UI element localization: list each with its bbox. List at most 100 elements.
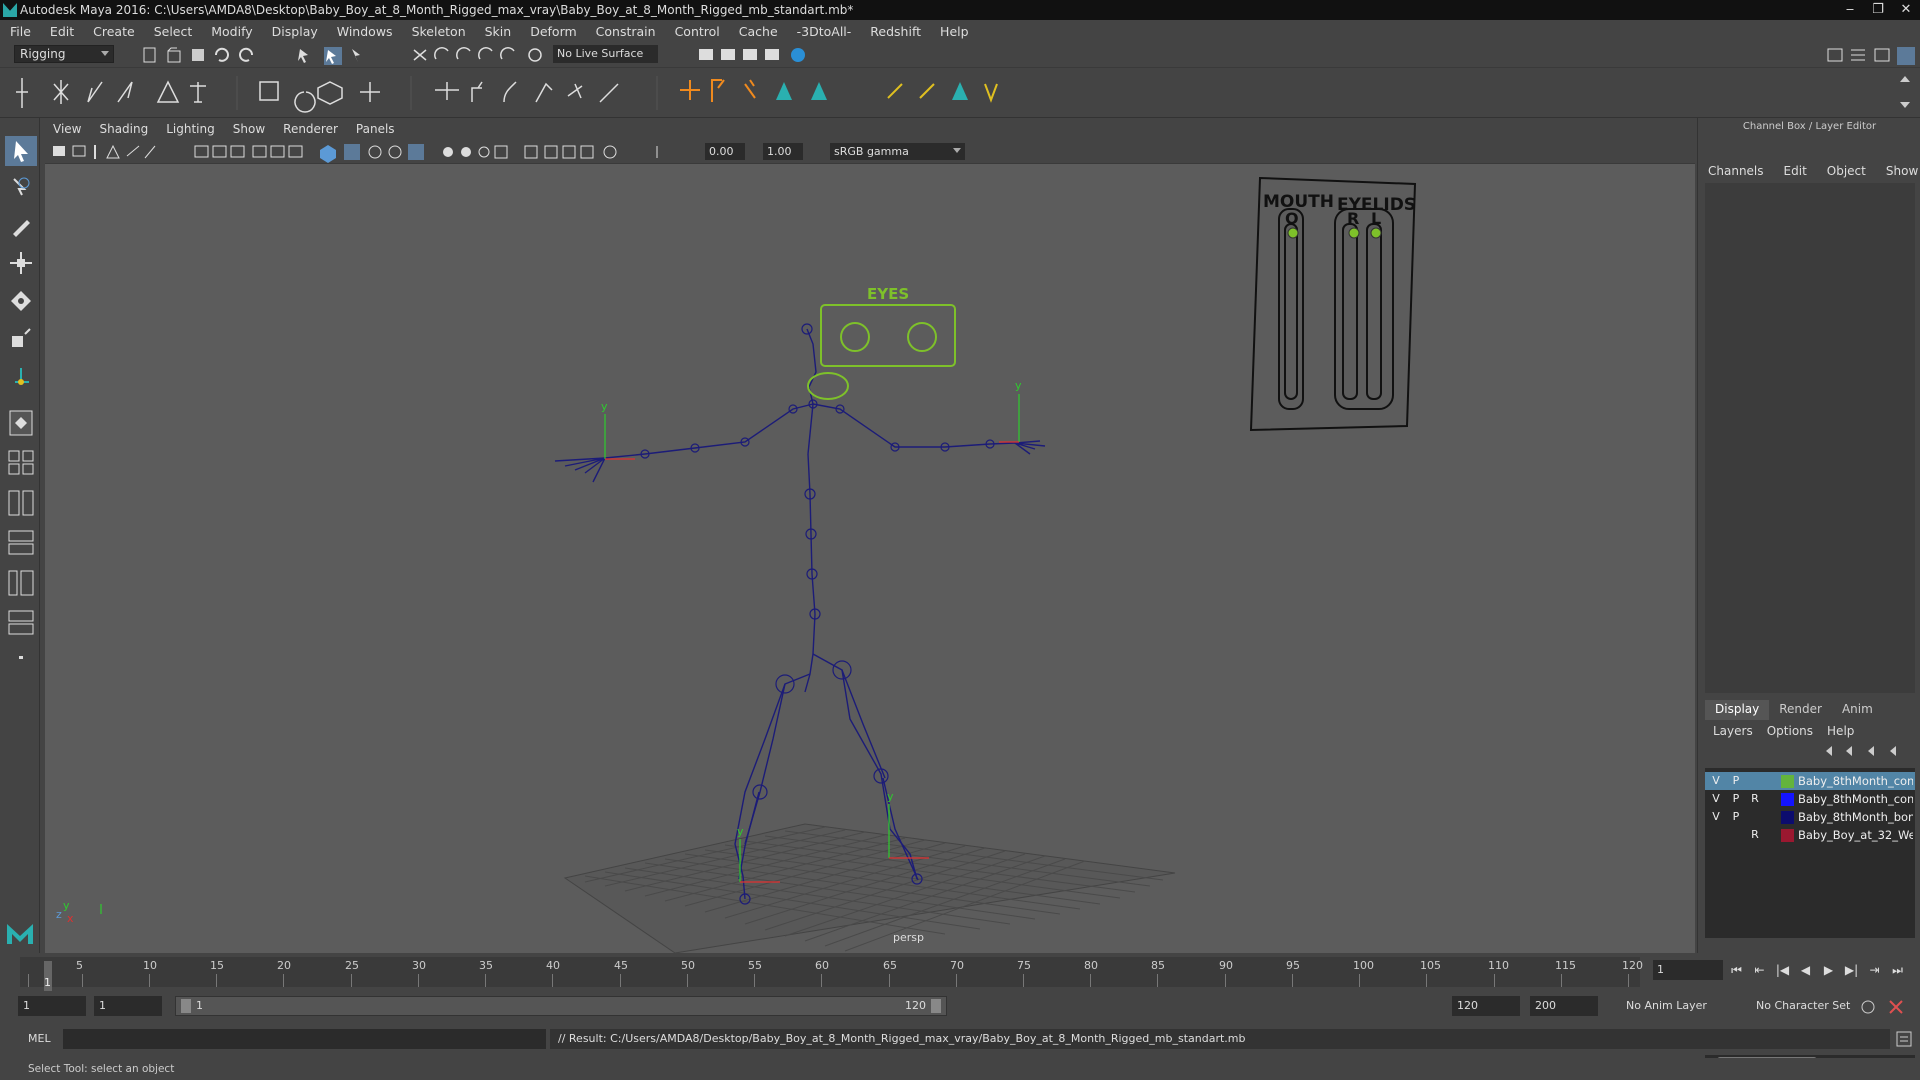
- select-tool-button[interactable]: [5, 136, 37, 166]
- close-button[interactable]: ✕: [1892, 0, 1920, 20]
- menu-select[interactable]: Select: [154, 24, 193, 39]
- current-time-marker[interactable]: 1: [44, 961, 52, 991]
- rotate-tool-button[interactable]: [5, 286, 37, 316]
- menu-deform[interactable]: Deform: [530, 24, 576, 39]
- layer-reference-toggle[interactable]: R: [1748, 828, 1762, 842]
- step-back-frame-button[interactable]: |◀: [1771, 959, 1794, 981]
- layout-single-button[interactable]: [5, 408, 37, 438]
- layer-row[interactable]: V P Baby_8thMonth_contr: [1705, 772, 1915, 790]
- go-to-end-button[interactable]: ⏭: [1886, 959, 1909, 981]
- anim-end-field[interactable]: 200: [1530, 996, 1598, 1016]
- layer-color-swatch[interactable]: [1781, 811, 1794, 824]
- layer-row[interactable]: V P R Baby_8thMonth_contr: [1705, 790, 1915, 808]
- menu-redshift[interactable]: Redshift: [870, 24, 921, 39]
- step-forward-frame-button[interactable]: ▶|: [1840, 959, 1863, 981]
- range-end-handle[interactable]: [931, 999, 941, 1013]
- menu-skin[interactable]: Skin: [485, 24, 512, 39]
- layer-playback-toggle[interactable]: P: [1729, 810, 1743, 824]
- menu-control[interactable]: Control: [675, 24, 720, 39]
- channel-menu-show[interactable]: Show: [1886, 164, 1918, 178]
- layer-menu-help[interactable]: Help: [1827, 724, 1854, 738]
- channel-menu-channels[interactable]: Channels: [1708, 164, 1764, 178]
- tab-display[interactable]: Display: [1705, 700, 1770, 720]
- layout-graph-button[interactable]: [5, 608, 37, 638]
- playback-start-field[interactable]: 1: [94, 996, 162, 1016]
- layer-color-swatch[interactable]: [1781, 775, 1794, 788]
- snap-tools-icons[interactable]: [410, 45, 550, 65]
- restore-button[interactable]: ❐: [1864, 0, 1892, 20]
- layer-playback-toggle[interactable]: [1729, 828, 1743, 842]
- workspace-toggle-icons[interactable]: [1825, 45, 1920, 65]
- file-tools-icons[interactable]: [140, 45, 380, 65]
- scene-view[interactable]: yyyy yxz EYES MOUTH EYELIDS O R L: [45, 164, 1695, 953]
- last-tool-button[interactable]: [5, 362, 37, 392]
- step-back-key-button[interactable]: ⇤: [1748, 959, 1771, 981]
- character-set-select[interactable]: No Character Set: [1756, 996, 1850, 1016]
- menu-create[interactable]: Create: [93, 24, 135, 39]
- maya-home-button[interactable]: [5, 918, 37, 948]
- panel-menu-shading[interactable]: Shading: [99, 122, 148, 136]
- channel-box-area[interactable]: [1705, 183, 1915, 693]
- render-tools-icons[interactable]: [695, 45, 815, 65]
- play-backward-button[interactable]: ◀: [1794, 959, 1817, 981]
- tab-anim[interactable]: Anim: [1832, 700, 1883, 720]
- layer-visibility-toggle[interactable]: V: [1709, 810, 1723, 824]
- menu-constrain[interactable]: Constrain: [596, 24, 656, 39]
- layout-side-button[interactable]: [5, 488, 37, 518]
- layer-menu-layers[interactable]: Layers: [1713, 724, 1753, 738]
- shelf-icons[interactable]: [0, 68, 1920, 118]
- play-forward-button[interactable]: ▶: [1817, 959, 1840, 981]
- move-tool-button[interactable]: [5, 248, 37, 278]
- layout-four-button[interactable]: [5, 448, 37, 478]
- layout-stack-button[interactable]: [5, 528, 37, 558]
- menu-file[interactable]: File: [10, 24, 31, 39]
- step-forward-key-button[interactable]: ⇥: [1863, 959, 1886, 981]
- tab-render[interactable]: Render: [1769, 700, 1832, 720]
- layer-row[interactable]: R Baby_Boy_at_32_Week: [1705, 826, 1915, 844]
- current-frame-field[interactable]: 1: [1653, 960, 1723, 980]
- panel-menu-panels[interactable]: Panels: [356, 122, 395, 136]
- menu-set-select[interactable]: Rigging: [14, 45, 114, 63]
- panel-menu-show[interactable]: Show: [233, 122, 265, 136]
- anim-layer-select[interactable]: No Anim Layer: [1626, 996, 1707, 1016]
- menu-help[interactable]: Help: [940, 24, 969, 39]
- panel-menu-lighting[interactable]: Lighting: [166, 122, 215, 136]
- menu-windows[interactable]: Windows: [337, 24, 393, 39]
- menu-modify[interactable]: Modify: [211, 24, 252, 39]
- command-input[interactable]: [63, 1029, 546, 1049]
- playback-end-field[interactable]: 120: [1452, 996, 1520, 1016]
- panel-menu-view[interactable]: View: [53, 122, 81, 136]
- layer-row[interactable]: V P Baby_8thMonth_bone: [1705, 808, 1915, 826]
- layer-action-icons[interactable]: [1818, 743, 1918, 759]
- range-slider-bar[interactable]: 1 120: [175, 996, 947, 1016]
- menu-3dtoall[interactable]: -3DtoAll-: [797, 24, 852, 39]
- anim-start-field[interactable]: 1: [18, 996, 86, 1016]
- range-start-handle[interactable]: [181, 999, 191, 1013]
- layout-more-button[interactable]: [5, 643, 37, 673]
- live-surface-field[interactable]: No Live Surface: [553, 45, 658, 63]
- layer-visibility-toggle[interactable]: V: [1709, 792, 1723, 806]
- script-language-toggle[interactable]: MEL: [18, 1030, 58, 1048]
- menu-edit[interactable]: Edit: [50, 24, 74, 39]
- layer-playback-toggle[interactable]: P: [1729, 774, 1743, 788]
- exposure-field[interactable]: 0.00: [705, 143, 745, 160]
- panel-menu-renderer[interactable]: Renderer: [283, 122, 338, 136]
- layer-visibility-toggle[interactable]: V: [1709, 774, 1723, 788]
- menu-cache[interactable]: Cache: [739, 24, 778, 39]
- layer-color-swatch[interactable]: [1781, 793, 1794, 806]
- anim-prefs-icons[interactable]: [1858, 997, 1908, 1017]
- minimize-button[interactable]: ‒: [1836, 0, 1864, 20]
- layer-color-swatch[interactable]: [1781, 829, 1794, 842]
- layer-playback-toggle[interactable]: P: [1729, 792, 1743, 806]
- channel-menu-edit[interactable]: Edit: [1784, 164, 1807, 178]
- layer-menu-options[interactable]: Options: [1767, 724, 1813, 738]
- menu-display[interactable]: Display: [272, 24, 318, 39]
- time-slider[interactable]: 1 5 10 15 20 25 30 35 40 45 50 55 60 65 70 75 80 85 90 95 1…: [0, 953, 1920, 991]
- perspective-viewport[interactable]: View Shading Lighting Show Renderer Panels 0.…: [45, 118, 1695, 953]
- layer-reference-toggle[interactable]: [1748, 774, 1762, 788]
- menu-skeleton[interactable]: Skeleton: [412, 24, 466, 39]
- layer-reference-toggle[interactable]: R: [1748, 792, 1762, 806]
- time-slider-track[interactable]: 1 5 10 15 20 25 30 35 40 45 50 55 60 65 70 75 80 85 90 95 1…: [20, 957, 1643, 991]
- channel-menu-object[interactable]: Object: [1827, 164, 1866, 178]
- scale-tool-button[interactable]: [5, 324, 37, 354]
